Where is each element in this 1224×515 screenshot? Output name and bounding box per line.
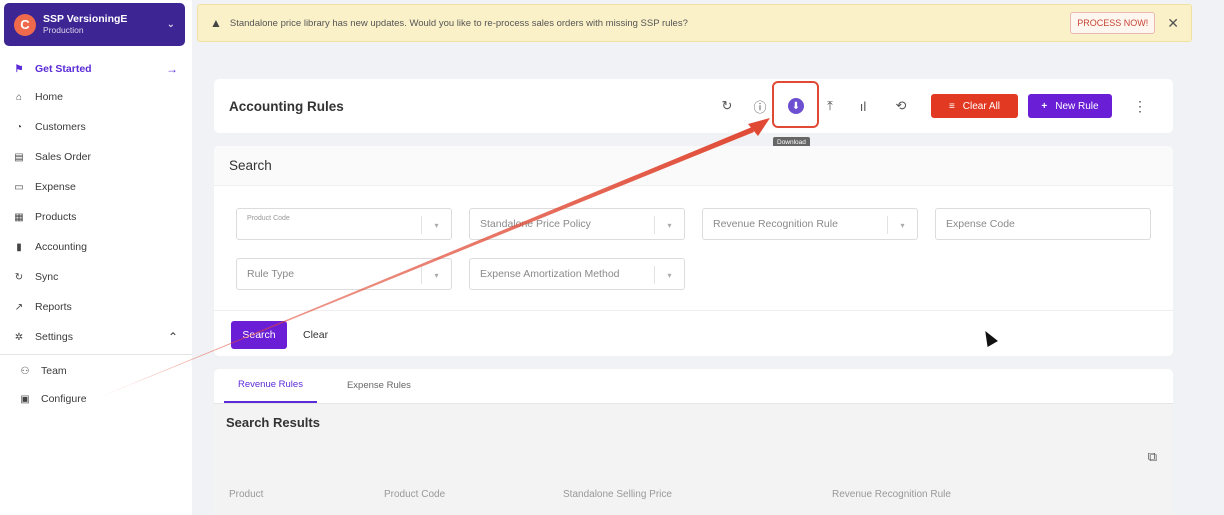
sidebar-item-label: Configure [41,393,87,405]
customers-icon: ◔ [15,121,23,133]
accounting-icon: ▮ [16,241,22,253]
sidebar-item-home[interactable]: ⌂ Home [0,82,192,112]
chevron-down-icon: ⌄ [166,19,175,30]
expense-amortization-method-select[interactable]: Expense Amortization Method ▾ [469,258,685,290]
arrow-right-icon: → [166,62,178,76]
sidebar-item-reports[interactable]: ↗ Reports [0,292,192,322]
workspace-switcher[interactable]: C SSP VersioningE Production ⌄ [4,3,185,46]
sidebar-item-expense[interactable]: ▭ Expense [0,172,192,202]
home-icon: ⌂ [15,91,23,103]
column-header-revenue-recognition-rule[interactable]: Revenue Recognition Rule [832,489,951,500]
sidebar-item-label: Products [35,211,77,223]
standalone-price-policy-placeholder: Standalone Price Policy [480,218,591,230]
expense-code-placeholder: Expense Code [946,218,1015,230]
sidebar-item-customers[interactable]: ◔ Customers [0,112,192,142]
expense-amortization-method-placeholder: Expense Amortization Method [480,268,620,280]
column-header-product-code[interactable]: Product Code [384,489,445,500]
workspace-text: SSP VersioningE Production [43,12,167,36]
products-icon: ▦ [14,211,24,223]
expense-icon: ▭ [14,181,24,193]
refresh-icon[interactable]: ↻ [720,79,734,133]
sidebar-item-products[interactable]: ▦ Products [0,202,192,232]
tab-revenue-rules[interactable]: Revenue Rules [224,369,317,403]
warning-icon: ▲ [210,16,222,30]
upload-icon[interactable]: ⤒ [823,79,837,133]
product-code-label: Product Code [247,215,290,222]
clear-icon: ≡ [948,100,955,112]
new-rule-button[interactable]: + New Rule [1028,94,1112,118]
plus-icon: + [1041,100,1048,112]
sales-order-icon: ▤ [14,151,24,163]
sidebar-item-settings[interactable]: ✲ Settings ⌃ [0,322,192,352]
search-panel: Search Product Code ▾ Standalone Price P… [214,146,1173,356]
rule-type-placeholder: Rule Type [247,268,295,280]
tab-expense-rules[interactable]: Expense Rules [333,369,425,403]
results-tabs: Revenue Rules Expense Rules [214,369,1173,404]
workspace-name: SSP VersioningE [43,12,128,25]
flag-icon: ⚑ [14,63,24,75]
sidebar-item-sales-order[interactable]: ▤ Sales Order [0,142,192,172]
sidebar-item-label: Expense [35,181,76,193]
configure-icon: ▣ [20,393,30,405]
sidebar-item-label: Customers [35,121,86,133]
team-icon: ⚇ [20,365,30,377]
chevron-down-icon: ▾ [421,266,451,284]
sidebar-item-accounting[interactable]: ▮ Accounting [0,232,192,262]
clear-button[interactable]: Clear [303,321,328,349]
standalone-price-policy-select[interactable]: Standalone Price Policy ▾ [469,208,685,240]
clear-all-label: Clear All [962,100,1001,112]
search-results-title: Search Results [226,415,320,430]
product-code-select[interactable]: Product Code ▾ [236,208,452,240]
chevron-down-icon: ▾ [421,216,451,234]
revenue-recognition-rule-placeholder: Revenue Recognition Rule [713,218,838,230]
help-icon[interactable]: ⓘ [752,79,768,133]
sidebar-item-label: Home [35,91,64,103]
close-icon[interactable]: ✕ [1167,15,1179,32]
divider [0,354,192,355]
column-settings-icon[interactable]: ⧉ [1148,449,1157,465]
chevron-down-icon: ▾ [654,216,684,234]
sidebar-item-team[interactable]: ⚇ Team [0,357,192,385]
chevron-down-icon: ▾ [887,216,917,234]
search-title: Search [214,146,1173,186]
sidebar-item-label: Reports [35,301,72,313]
notification-banner: ▲ Standalone price library has new updat… [197,4,1192,42]
more-options-icon[interactable]: ⋮ [1133,94,1147,118]
sidebar-item-label: Get Started [35,63,92,75]
reports-icon: ↗ [14,301,24,313]
chart-icon[interactable]: ıl [856,79,870,133]
history-icon[interactable]: ⟲ [893,79,909,133]
workspace-env: Production [43,24,84,35]
search-results: Search Results ⧉ [214,404,1173,515]
results-panel: Revenue Rules Expense Rules Search Resul… [214,369,1173,515]
sidebar-item-label: Accounting [35,241,87,253]
search-button[interactable]: Search [231,321,287,349]
revenue-recognition-rule-select[interactable]: Revenue Recognition Rule ▾ [702,208,918,240]
clear-all-button[interactable]: ≡ Clear All [931,94,1018,118]
sidebar-item-configure[interactable]: ▣ Configure [0,385,192,413]
sidebar-item-label: Team [41,365,67,377]
new-rule-label: New Rule [1055,100,1099,112]
highlight-box [772,81,819,128]
chevron-down-icon: ▾ [654,266,684,284]
settings-icon: ✲ [14,331,24,343]
sidebar: C SSP VersioningE Production ⌄ ⚑ Get Sta… [0,0,192,515]
sidebar-nav: ⚑ Get Started → ⌂ Home ◔ Customers ▤ Sal… [0,56,192,413]
rule-type-select[interactable]: Rule Type ▾ [236,258,452,290]
expense-code-input[interactable]: Expense Code [935,208,1151,240]
chevron-up-icon: ⌃ [167,330,178,344]
workspace-logo: C [14,13,36,36]
search-actions: Search Clear [214,310,1173,356]
sidebar-item-sync[interactable]: ↻ Sync [0,262,192,292]
column-header-product[interactable]: Product [229,489,263,500]
sidebar-item-label: Sales Order [35,151,92,163]
sidebar-item-label: Sync [35,271,59,283]
banner-message: Standalone price library has new updates… [229,17,688,29]
sync-icon: ↻ [14,271,24,283]
process-now-button[interactable]: PROCESS NOW! [1070,12,1156,34]
sidebar-item-label: Settings [35,331,73,343]
page-title: Accounting Rules [229,98,344,114]
sidebar-item-get-started[interactable]: ⚑ Get Started → [0,56,192,82]
column-header-standalone-selling-price[interactable]: Standalone Selling Price [563,489,672,500]
